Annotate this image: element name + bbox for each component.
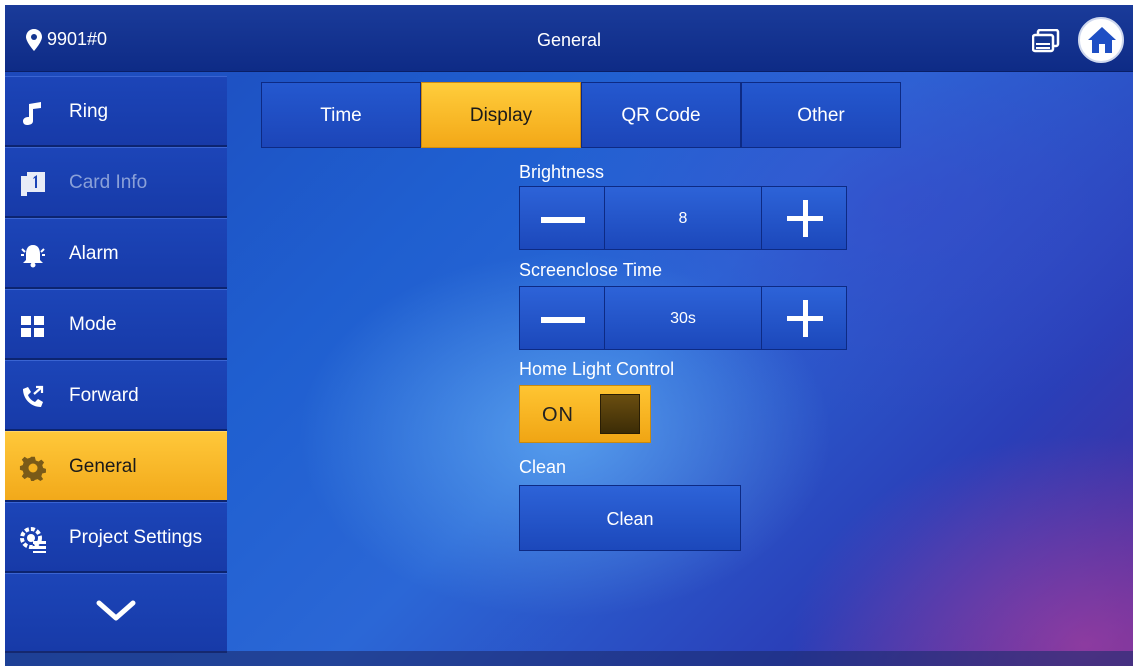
top-bar: 9901#0 General <box>5 5 1133 72</box>
sidebar: Ring Card Info Alarm Mode Forward Genera… <box>5 76 227 666</box>
screenclose-time-value: 30s <box>604 286 762 350</box>
clean-button[interactable]: Clean <box>519 485 741 551</box>
toggle-knob <box>600 394 640 434</box>
minus-icon <box>541 317 585 323</box>
alarm-bell-icon <box>21 245 45 268</box>
tab-bar: Time Display QR Code Other <box>261 82 903 148</box>
forward-call-icon <box>23 385 44 407</box>
sidebar-item-label: Alarm <box>69 243 119 264</box>
tab-display[interactable]: Display <box>421 82 581 148</box>
sidebar-item-project-settings[interactable]: Project Settings <box>5 502 227 573</box>
brightness-decrease-button[interactable] <box>519 186 605 250</box>
sidebar-item-label: Mode <box>69 314 117 335</box>
home-light-control-label: Home Light Control <box>519 359 675 379</box>
home-light-toggle[interactable]: ON <box>519 385 651 443</box>
sidebar-item-mode[interactable]: Mode <box>5 289 227 360</box>
brightness-stepper: 8 <box>519 186 847 250</box>
screen: 9901#0 General Ring Card Info Alarm Mode… <box>5 5 1133 666</box>
sidebar-more-button[interactable] <box>5 573 227 653</box>
screenclose-time-stepper: 30s <box>519 286 847 350</box>
monitor-icon[interactable] <box>1032 29 1060 55</box>
sidebar-item-label: Forward <box>69 385 139 406</box>
home-button[interactable] <box>1078 17 1124 63</box>
sidebar-item-general[interactable]: General <box>5 431 227 502</box>
sidebar-item-card-info[interactable]: Card Info <box>5 147 227 218</box>
brightness-label: Brightness <box>519 162 605 182</box>
tab-qr-code[interactable]: QR Code <box>581 82 741 148</box>
brightness-increase-button[interactable] <box>761 186 847 250</box>
toggle-state-label: ON <box>542 404 574 426</box>
sidebar-item-ring[interactable]: Ring <box>5 76 227 147</box>
gear-icon <box>19 456 46 481</box>
tab-other[interactable]: Other <box>741 82 901 148</box>
sidebar-item-label: Project Settings <box>69 527 203 548</box>
sidebar-item-label: Card Info <box>69 172 148 193</box>
clean-label: Clean <box>519 457 567 477</box>
chevron-down-icon <box>96 600 136 621</box>
home-icon <box>1088 27 1116 53</box>
sidebar-item-label: Ring <box>69 101 109 122</box>
tab-time[interactable]: Time <box>261 82 421 148</box>
screenclose-time-label: Screenclose Time <box>519 260 663 280</box>
screenclose-increase-button[interactable] <box>761 286 847 350</box>
page-title: General <box>536 30 602 50</box>
project-settings-icon <box>20 527 46 553</box>
music-note-icon <box>23 102 41 125</box>
card-icon <box>21 172 45 196</box>
screenclose-decrease-button[interactable] <box>519 286 605 350</box>
mode-grid-icon <box>21 316 44 337</box>
bottom-strip <box>5 651 1133 666</box>
brightness-value: 8 <box>604 186 762 250</box>
sidebar-item-label: General <box>69 456 137 477</box>
sidebar-item-alarm[interactable]: Alarm <box>5 218 227 289</box>
minus-icon <box>541 217 585 223</box>
sidebar-item-forward[interactable]: Forward <box>5 360 227 431</box>
